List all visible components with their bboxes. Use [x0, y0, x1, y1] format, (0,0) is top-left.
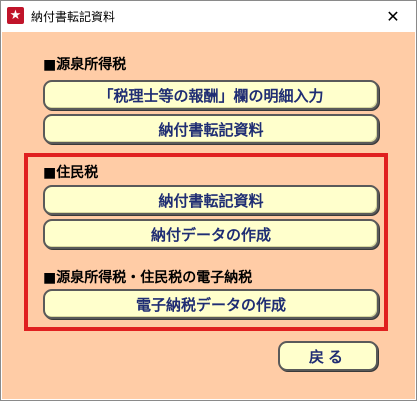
close-button[interactable]: ✕	[370, 1, 416, 31]
payment-data-create-button[interactable]: 納付データの作成	[43, 219, 379, 249]
gensen-transfer-document-button[interactable]: 納付書転記資料	[43, 114, 379, 144]
e-tax-data-create-button[interactable]: 電子納税データの作成	[43, 289, 379, 319]
zeirishi-fee-detail-button[interactable]: 「税理士等の報酬」欄の明細入力	[43, 80, 379, 110]
window-title: 納付書転記資料	[31, 10, 116, 24]
title-bar[interactable]: ★ 納付書転記資料 ✕	[1, 1, 416, 31]
jumin-transfer-document-button[interactable]: 納付書転記資料	[43, 185, 379, 215]
section-label-gensen: ■源泉所得税	[43, 57, 127, 73]
dialog-window: ★ 納付書転記資料 ✕ ■源泉所得税 「税理士等の報酬」欄の明細入力 納付書転記…	[0, 0, 417, 401]
back-button[interactable]: 戻る	[278, 341, 378, 371]
star-icon: ★	[7, 7, 24, 24]
dialog-body: ■源泉所得税 「税理士等の報酬」欄の明細入力 納付書転記資料 ■住民税 納付書転…	[2, 32, 415, 399]
section-label-denshi: ■源泉所得税・住民税の電子納税	[43, 270, 253, 286]
section-label-jumin: ■住民税	[43, 165, 99, 181]
